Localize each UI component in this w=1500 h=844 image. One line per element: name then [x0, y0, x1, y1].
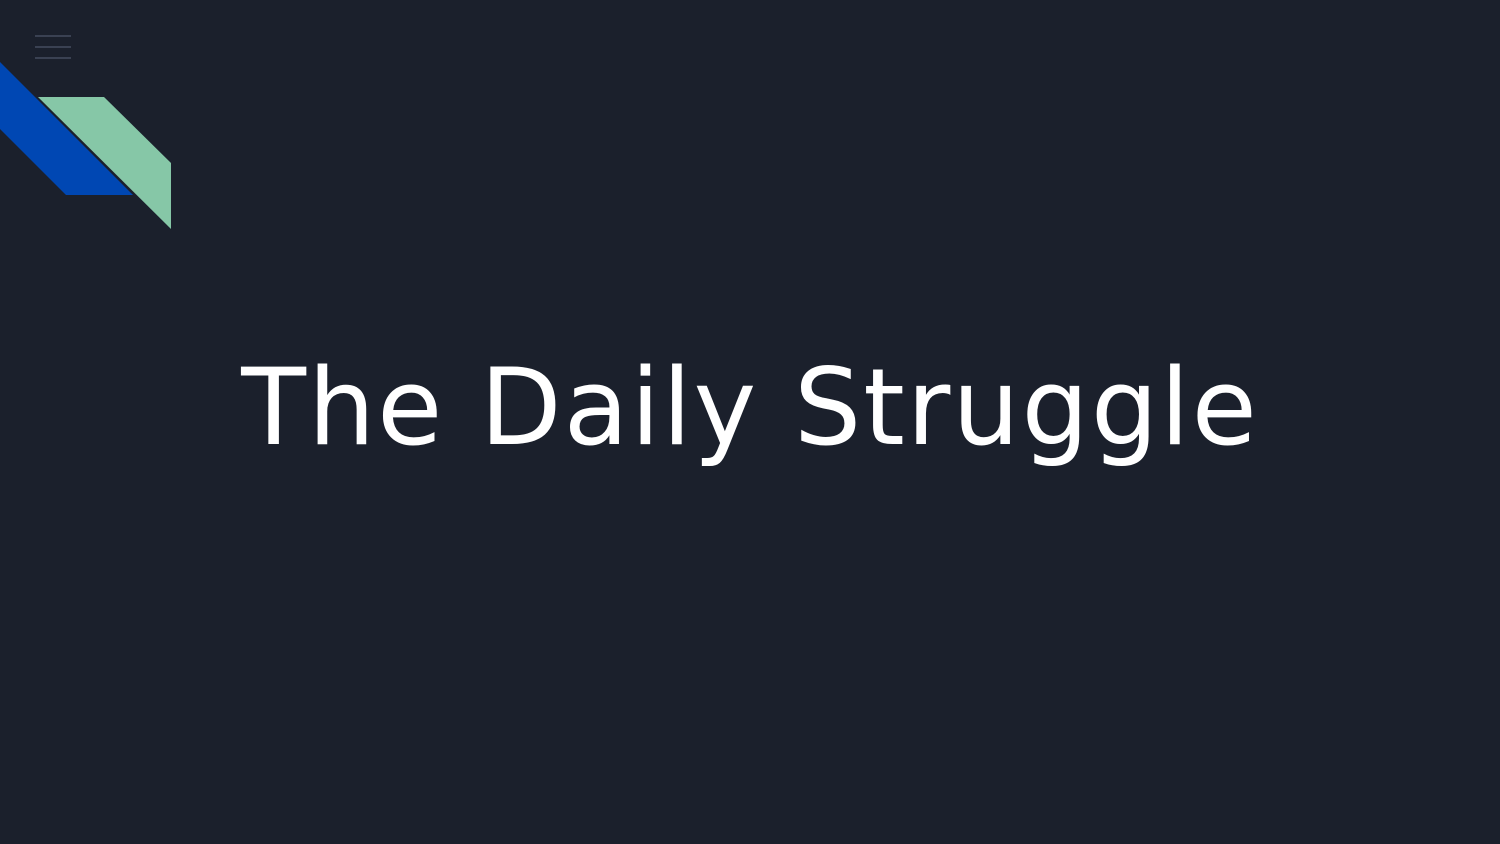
- slide-title: The Daily Struggle: [241, 346, 1259, 469]
- slide: The Daily Struggle: [0, 0, 1500, 844]
- diagonal-stripes-icon: [0, 62, 171, 229]
